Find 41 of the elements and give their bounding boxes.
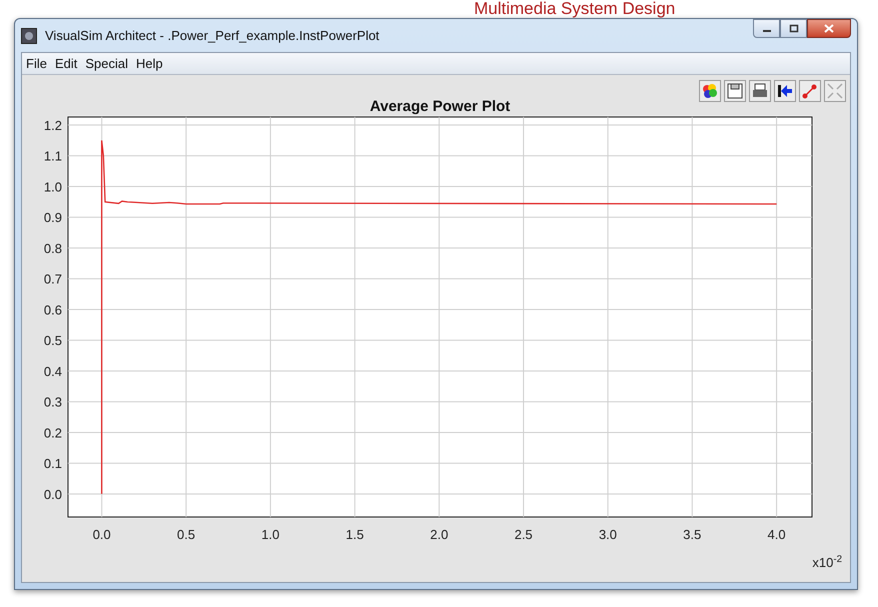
chart-title: Average Power Plot — [370, 98, 510, 115]
y-tick-label: 1.0 — [44, 179, 62, 194]
y-tick-label: 0.6 — [44, 302, 62, 318]
background-heading: Multimedia System Design — [474, 0, 676, 18]
arrow-to-bar-icon[interactable] — [774, 80, 796, 102]
x-tick-label: 4.0 — [768, 527, 786, 542]
y-tick-label: 0.8 — [44, 240, 62, 256]
save-icon[interactable] — [724, 80, 746, 102]
x-tick-label: 3.0 — [598, 527, 617, 542]
minimize-button[interactable] — [753, 19, 780, 38]
menu-item[interactable]: Special — [85, 54, 128, 74]
connected-points-icon[interactable] — [799, 80, 821, 102]
y-tick-label: 0.7 — [44, 272, 62, 287]
menu-item[interactable]: File — [26, 54, 47, 74]
y-tick-label: 0.1 — [44, 456, 62, 472]
app-icon — [21, 28, 37, 44]
x-tick-label: 2.5 — [514, 527, 533, 542]
x-tick-label: 2.0 — [430, 527, 448, 542]
maximize-button[interactable] — [780, 19, 807, 38]
menu-item[interactable]: Edit — [54, 54, 78, 74]
x-tick-label: 0.0 — [92, 527, 111, 542]
y-tick-label: 0.0 — [44, 486, 62, 502]
close-button[interactable] — [807, 19, 851, 38]
y-tick-label: 0.5 — [44, 333, 62, 348]
x-tick-label: 1.5 — [346, 527, 364, 542]
x-tick-label: 1.0 — [261, 527, 280, 542]
maximize-icon — [788, 24, 798, 33]
x-tick-label: 3.5 — [683, 527, 702, 542]
y-tick-label: 1.2 — [44, 118, 62, 133]
y-tick-label: 0.2 — [44, 425, 62, 440]
window-title: VisualSim Architect - .Power_Perf_example.InstPowerPlot — [45, 26, 380, 45]
print-icon[interactable] — [749, 80, 771, 102]
y-tick-label: 0.4 — [44, 364, 62, 379]
close-icon — [824, 24, 834, 33]
menu-item[interactable]: Help — [136, 54, 163, 74]
y-tick-label: 0.9 — [44, 210, 62, 226]
x-tick-label: 0.5 — [177, 527, 196, 542]
x-axis-multiplier: x10$^{-2}$ — [812, 553, 842, 572]
y-tick-label: 1.1 — [44, 148, 62, 164]
y-tick-label: 0.3 — [44, 394, 62, 410]
color-palette-icon[interactable] — [699, 80, 721, 102]
